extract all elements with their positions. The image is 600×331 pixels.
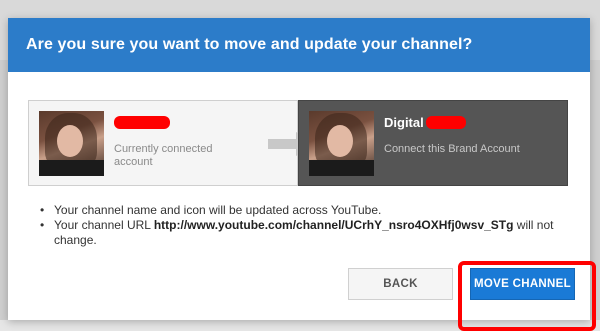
redaction-mark bbox=[114, 115, 170, 129]
brand-account-subtitle: Connect this Brand Account bbox=[384, 143, 520, 155]
channel-url: http://www.youtube.com/channel/UCrhY_nsr… bbox=[153, 218, 514, 232]
current-account-name bbox=[114, 113, 234, 131]
dialog-title: Are you sure you want to move and update… bbox=[26, 36, 473, 53]
avatar bbox=[39, 111, 104, 176]
list-item: Your channel name and icon will be updat… bbox=[36, 203, 566, 218]
background-page-left-edge bbox=[0, 60, 8, 320]
avatar bbox=[309, 111, 374, 176]
brand-account-card: Digital Connect this Brand Account bbox=[298, 100, 568, 186]
dialog-header: Are you sure you want to move and update… bbox=[8, 18, 590, 72]
red-highlight-annotation bbox=[458, 261, 596, 331]
redaction-mark bbox=[425, 115, 466, 129]
brand-account-name: Digital bbox=[384, 113, 520, 131]
list-item: Your channel URL http://www.youtube.com/… bbox=[36, 218, 566, 248]
account-comparison: Currently connected account Digital Conn… bbox=[28, 100, 568, 186]
note-text: Your channel URL bbox=[54, 218, 154, 232]
notes-list: Your channel name and icon will be updat… bbox=[36, 203, 566, 248]
note-text: Your channel name and icon will be updat… bbox=[54, 203, 382, 217]
current-account-card: Currently connected account bbox=[28, 100, 298, 186]
move-channel-dialog: Are you sure you want to move and update… bbox=[8, 18, 596, 331]
brand-account-name-text: Digital bbox=[384, 114, 424, 130]
back-button[interactable]: BACK bbox=[348, 268, 453, 300]
current-account-subtitle: Currently connected account bbox=[114, 143, 213, 168]
